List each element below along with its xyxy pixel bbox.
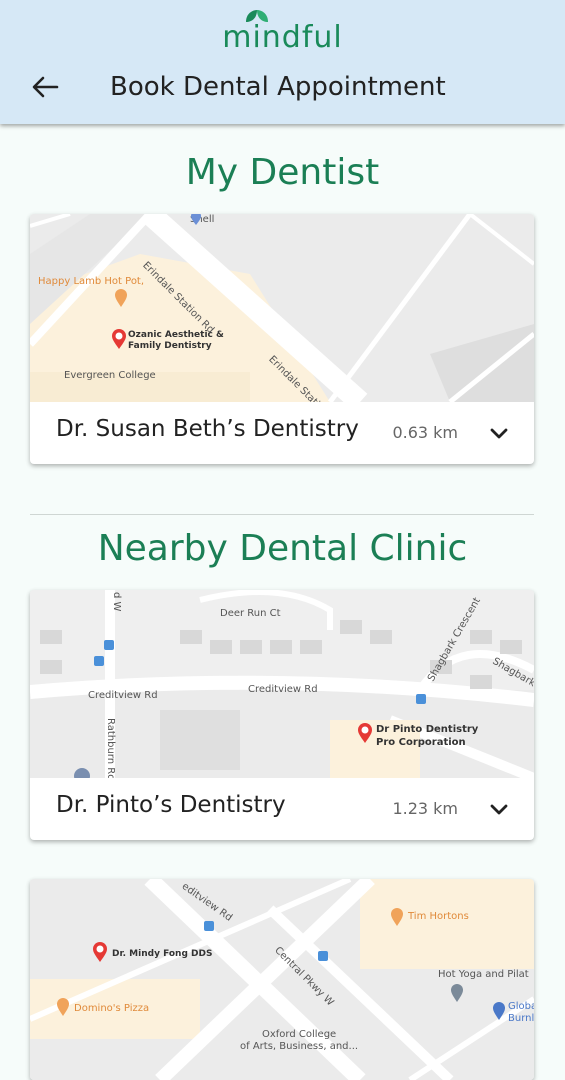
map-label: d W <box>111 592 122 612</box>
chevron-down-icon[interactable] <box>488 424 510 442</box>
dentist-card[interactable]: Deer Run Ct Creditview Rd Creditview Rd … <box>30 590 534 840</box>
restaurant-pin-icon <box>57 998 69 1016</box>
restaurant-pin-icon <box>115 289 127 307</box>
map-label: Creditview Rd <box>248 684 318 695</box>
clinic-distance: 1.23 km <box>392 799 458 818</box>
map-label: Hot Yoga and Pilat <box>438 969 529 980</box>
map-view[interactable]: editview Rd Dr. Mindy Fong DDS Central P… <box>30 879 534 1080</box>
app-bar: mindful Book Dental Appointment <box>0 0 565 124</box>
bus-stop-icon <box>318 951 328 961</box>
gas-pin-icon <box>191 214 201 225</box>
business-pin-icon <box>493 1002 505 1020</box>
map-label: Tim Hortons <box>408 911 469 922</box>
bus-stop-icon <box>104 640 114 650</box>
map-label: Pro Corporation <box>376 737 466 748</box>
chevron-down-icon[interactable] <box>488 800 510 818</box>
back-button[interactable] <box>28 70 62 104</box>
dentist-card[interactable]: editview Rd Dr. Mindy Fong DDS Central P… <box>30 879 534 1080</box>
clinic-distance: 0.63 km <box>392 423 458 442</box>
dentist-card[interactable]: Shell Happy Lamb Hot Pot, Ozanic Aesthet… <box>30 214 534 464</box>
map-label: Evergreen College <box>64 370 156 381</box>
map-label: Burnl <box>508 1013 534 1024</box>
map-label: Dr. Mindy Fong DDS <box>112 949 213 959</box>
map-label: Happy Lamb Hot Pot, <box>38 276 145 287</box>
map-label: Domino's Pizza <box>74 1003 150 1014</box>
bus-stop-icon <box>416 694 426 704</box>
section-title-my-dentist: My Dentist <box>185 152 380 193</box>
map-label: Dr Pinto Dentistry <box>376 724 479 735</box>
map-label: of Arts, Business, and... <box>240 1041 359 1052</box>
card-footer: Dr. Pinto’s Dentistry 1.23 km <box>30 778 534 840</box>
map-view[interactable]: Deer Run Ct Creditview Rd Creditview Rd … <box>30 590 534 778</box>
map-label: Deer Run Ct <box>220 608 281 619</box>
clinic-name: Dr. Susan Beth’s Dentistry <box>56 416 359 442</box>
bus-stop-icon <box>94 656 104 666</box>
map-label: Creditview Rd <box>88 690 158 701</box>
card-footer: Dr. Susan Beth’s Dentistry 0.63 km <box>30 402 534 464</box>
dentist-pin-icon <box>93 942 107 962</box>
section-title-nearby: Nearby Dental Clinic <box>97 528 468 569</box>
map-view[interactable]: Shell Happy Lamb Hot Pot, Ozanic Aesthet… <box>30 214 534 402</box>
cafe-pin-icon <box>391 908 403 926</box>
mindful-logo: mindful <box>0 10 565 55</box>
map-label: Oxford College <box>262 1029 337 1040</box>
map-label: Rathburn Rd W <box>105 718 116 778</box>
gym-pin-icon <box>451 984 463 1002</box>
map-label: Family Dentistry <box>128 341 212 351</box>
dentist-pin-icon <box>358 723 372 743</box>
section-divider <box>30 514 534 515</box>
clinic-name: Dr. Pinto’s Dentistry <box>56 792 286 818</box>
dentist-pin-icon <box>112 329 126 349</box>
page-title: Book Dental Appointment <box>110 72 446 102</box>
arrow-left-icon <box>32 76 59 98</box>
map-label: Globa <box>508 1001 534 1012</box>
bus-stop-icon <box>204 921 214 931</box>
logo-text: mindful <box>222 20 343 55</box>
